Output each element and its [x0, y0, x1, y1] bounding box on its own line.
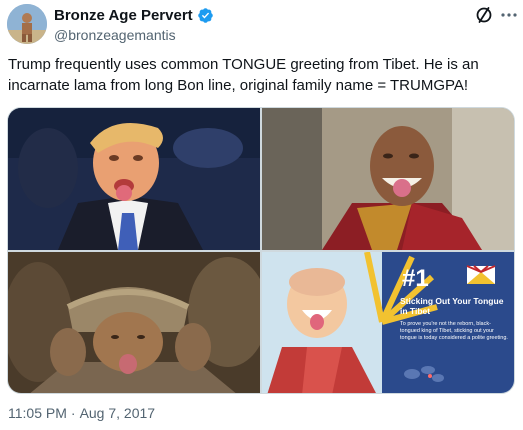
media-image-4[interactable]: #1 Sticking Out Your Tongue in Tibet To … — [262, 252, 514, 393]
tweet-date: Aug 7, 2017 — [79, 405, 156, 421]
tweet-timestamp[interactable]: 11:05 PM · Aug 7, 2017 — [8, 405, 155, 421]
infographic-body: To prove you're not the reborn, black-to… — [400, 321, 508, 341]
media-image-2[interactable] — [262, 108, 514, 250]
infographic-heading: Sticking Out Your Tongue in Tibet — [400, 296, 504, 316]
grok-slash-icon[interactable] — [474, 5, 494, 25]
avatar[interactable] — [7, 4, 47, 44]
tweet-time: 11:05 PM — [8, 405, 67, 421]
more-horizontal-icon[interactable] — [500, 6, 518, 24]
author-name-row: Bronze Age Pervert — [54, 7, 214, 24]
media-image-3[interactable] — [8, 252, 260, 393]
media-image-1[interactable] — [8, 108, 260, 250]
infographic-number: #1 — [402, 265, 429, 292]
verified-badge-icon — [197, 7, 214, 24]
tweet-header: Bronze Age Pervert @bronzeagemantis — [0, 0, 523, 48]
author-display-name[interactable]: Bronze Age Pervert — [54, 7, 193, 24]
timestamp-separator: · — [70, 405, 76, 421]
author-handle[interactable]: @bronzeagemantis — [54, 27, 176, 43]
media-grid: #1 Sticking Out Your Tongue in Tibet To … — [7, 107, 515, 394]
tweet-text: Trump frequently uses common TONGUE gree… — [8, 56, 479, 94]
